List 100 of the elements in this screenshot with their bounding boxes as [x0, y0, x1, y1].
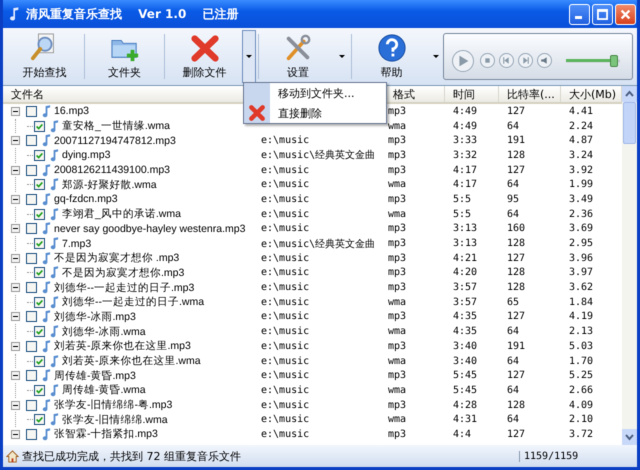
collapse-toggle[interactable]	[11, 106, 20, 116]
file-name: never say goodbye-hayley westenra.mp3	[54, 222, 246, 235]
duration: 3:57	[453, 282, 478, 294]
checkbox[interactable]	[26, 340, 37, 352]
scroll-down-icon[interactable]	[622, 429, 637, 445]
checkbox[interactable]	[34, 326, 45, 338]
checkbox[interactable]	[26, 282, 37, 294]
file-name: 16.mp3	[54, 105, 90, 118]
file-name: 刘若英-原来你也在这里.mp3	[54, 339, 191, 354]
bitrate: 191	[507, 340, 526, 352]
file-path: e:\music	[261, 326, 310, 338]
delete-icon	[190, 33, 220, 63]
column-header[interactable]: 时间	[445, 86, 499, 102]
file-format: wma	[388, 120, 406, 132]
checkbox[interactable]	[26, 194, 37, 205]
menu-item[interactable]: 直接删除	[244, 103, 386, 123]
music-note-icon	[50, 296, 59, 309]
file-name: 刘德华-冰雨.mp3	[54, 310, 136, 324]
checkbox[interactable]	[34, 267, 45, 278]
caret-icon	[432, 54, 439, 58]
checkbox[interactable]	[34, 356, 45, 367]
file-name: 周传雄-黄昏.wma	[62, 383, 146, 398]
bitrate: 64	[507, 120, 520, 132]
collapse-toggle[interactable]	[11, 342, 20, 351]
collapse-toggle[interactable]	[11, 194, 20, 204]
checkbox[interactable]	[26, 252, 37, 264]
music-note-icon	[42, 310, 51, 324]
music-note-icon	[42, 192, 51, 206]
checkbox[interactable]	[34, 120, 45, 132]
duration: 3:32	[453, 150, 478, 161]
play-button[interactable]	[452, 50, 474, 72]
bitrate: 64	[507, 384, 520, 396]
file-format: mp3	[388, 223, 406, 234]
stop-button[interactable]	[480, 53, 495, 68]
file-name: 张学友-旧情绵绵-粤.mp3	[54, 398, 172, 412]
collapse-toggle[interactable]	[11, 136, 20, 146]
maximize-button[interactable]	[592, 4, 613, 24]
checkbox[interactable]	[26, 223, 37, 234]
file-name: 7.mp3	[62, 238, 92, 250]
toolbar-button[interactable]: 帮助	[354, 30, 430, 83]
file-size: 4.19	[569, 311, 594, 322]
collapse-toggle[interactable]	[11, 400, 20, 410]
next-button[interactable]	[518, 53, 533, 68]
bitrate: 128	[507, 150, 526, 161]
collapse-toggle[interactable]	[11, 312, 20, 322]
checkbox[interactable]	[26, 106, 37, 117]
file-size: 1.84	[569, 296, 594, 308]
checkbox[interactable]	[34, 414, 45, 426]
minimize-button[interactable]	[569, 4, 590, 24]
collapse-toggle[interactable]	[11, 371, 20, 380]
delete-icon	[248, 104, 266, 122]
checkbox[interactable]	[26, 135, 37, 146]
scroll-thumb[interactable]	[623, 102, 636, 144]
file-path: e:\music	[261, 311, 310, 322]
file-size: 2.95	[569, 238, 594, 250]
file-size: 2.13	[569, 326, 594, 338]
checkbox[interactable]	[34, 238, 45, 250]
bitrate: 64	[507, 326, 520, 338]
duration: 4:35	[453, 311, 478, 322]
file-format: wma	[388, 414, 406, 426]
duration: 5:45	[453, 370, 478, 382]
checkbox[interactable]	[26, 428, 37, 440]
checkbox[interactable]	[26, 400, 37, 411]
volume-button[interactable]	[536, 53, 552, 68]
collapse-toggle[interactable]	[11, 166, 20, 175]
collapse-toggle[interactable]	[11, 283, 20, 292]
bitrate: 65	[507, 296, 520, 308]
toolbar-button[interactable]: 删除文件	[167, 30, 242, 83]
checkbox[interactable]	[34, 208, 45, 220]
toolbar-button[interactable]: 设置	[260, 30, 336, 83]
music-note-icon	[50, 266, 59, 280]
bitrate: 128	[507, 282, 526, 294]
file-path: e:\music	[261, 267, 310, 278]
duration: 4:31	[453, 414, 478, 426]
bitrate: 64	[507, 414, 520, 426]
scrollbar[interactable]	[622, 86, 637, 445]
column-header[interactable]: 比特率(...	[499, 86, 561, 102]
collapse-toggle[interactable]	[11, 224, 20, 234]
minimize-icon	[575, 16, 582, 18]
music-note-icon	[42, 369, 51, 382]
toolbar-button[interactable]: 文件夹	[87, 30, 162, 83]
close-button[interactable]	[615, 4, 636, 24]
checkbox[interactable]	[34, 384, 45, 396]
bitrate: 128	[507, 400, 526, 411]
checkbox[interactable]	[34, 150, 45, 161]
bitrate: 127	[507, 428, 526, 440]
checkbox[interactable]	[26, 311, 37, 322]
checkbox[interactable]	[34, 179, 45, 190]
toolbar-button[interactable]: 开始查找	[7, 30, 82, 83]
collapse-toggle[interactable]	[11, 254, 20, 263]
checkbox[interactable]	[26, 370, 37, 382]
checkbox[interactable]	[34, 296, 45, 308]
previous-button[interactable]	[498, 53, 514, 68]
file-name: 刘德华-冰雨.wma	[62, 324, 146, 339]
duration: 4:20	[453, 267, 478, 278]
collapse-toggle[interactable]	[11, 430, 20, 439]
bitrate: 127	[507, 106, 526, 117]
checkbox[interactable]	[26, 164, 37, 176]
dropdown-button[interactable]	[242, 30, 256, 83]
scroll-up-icon[interactable]	[622, 86, 637, 102]
